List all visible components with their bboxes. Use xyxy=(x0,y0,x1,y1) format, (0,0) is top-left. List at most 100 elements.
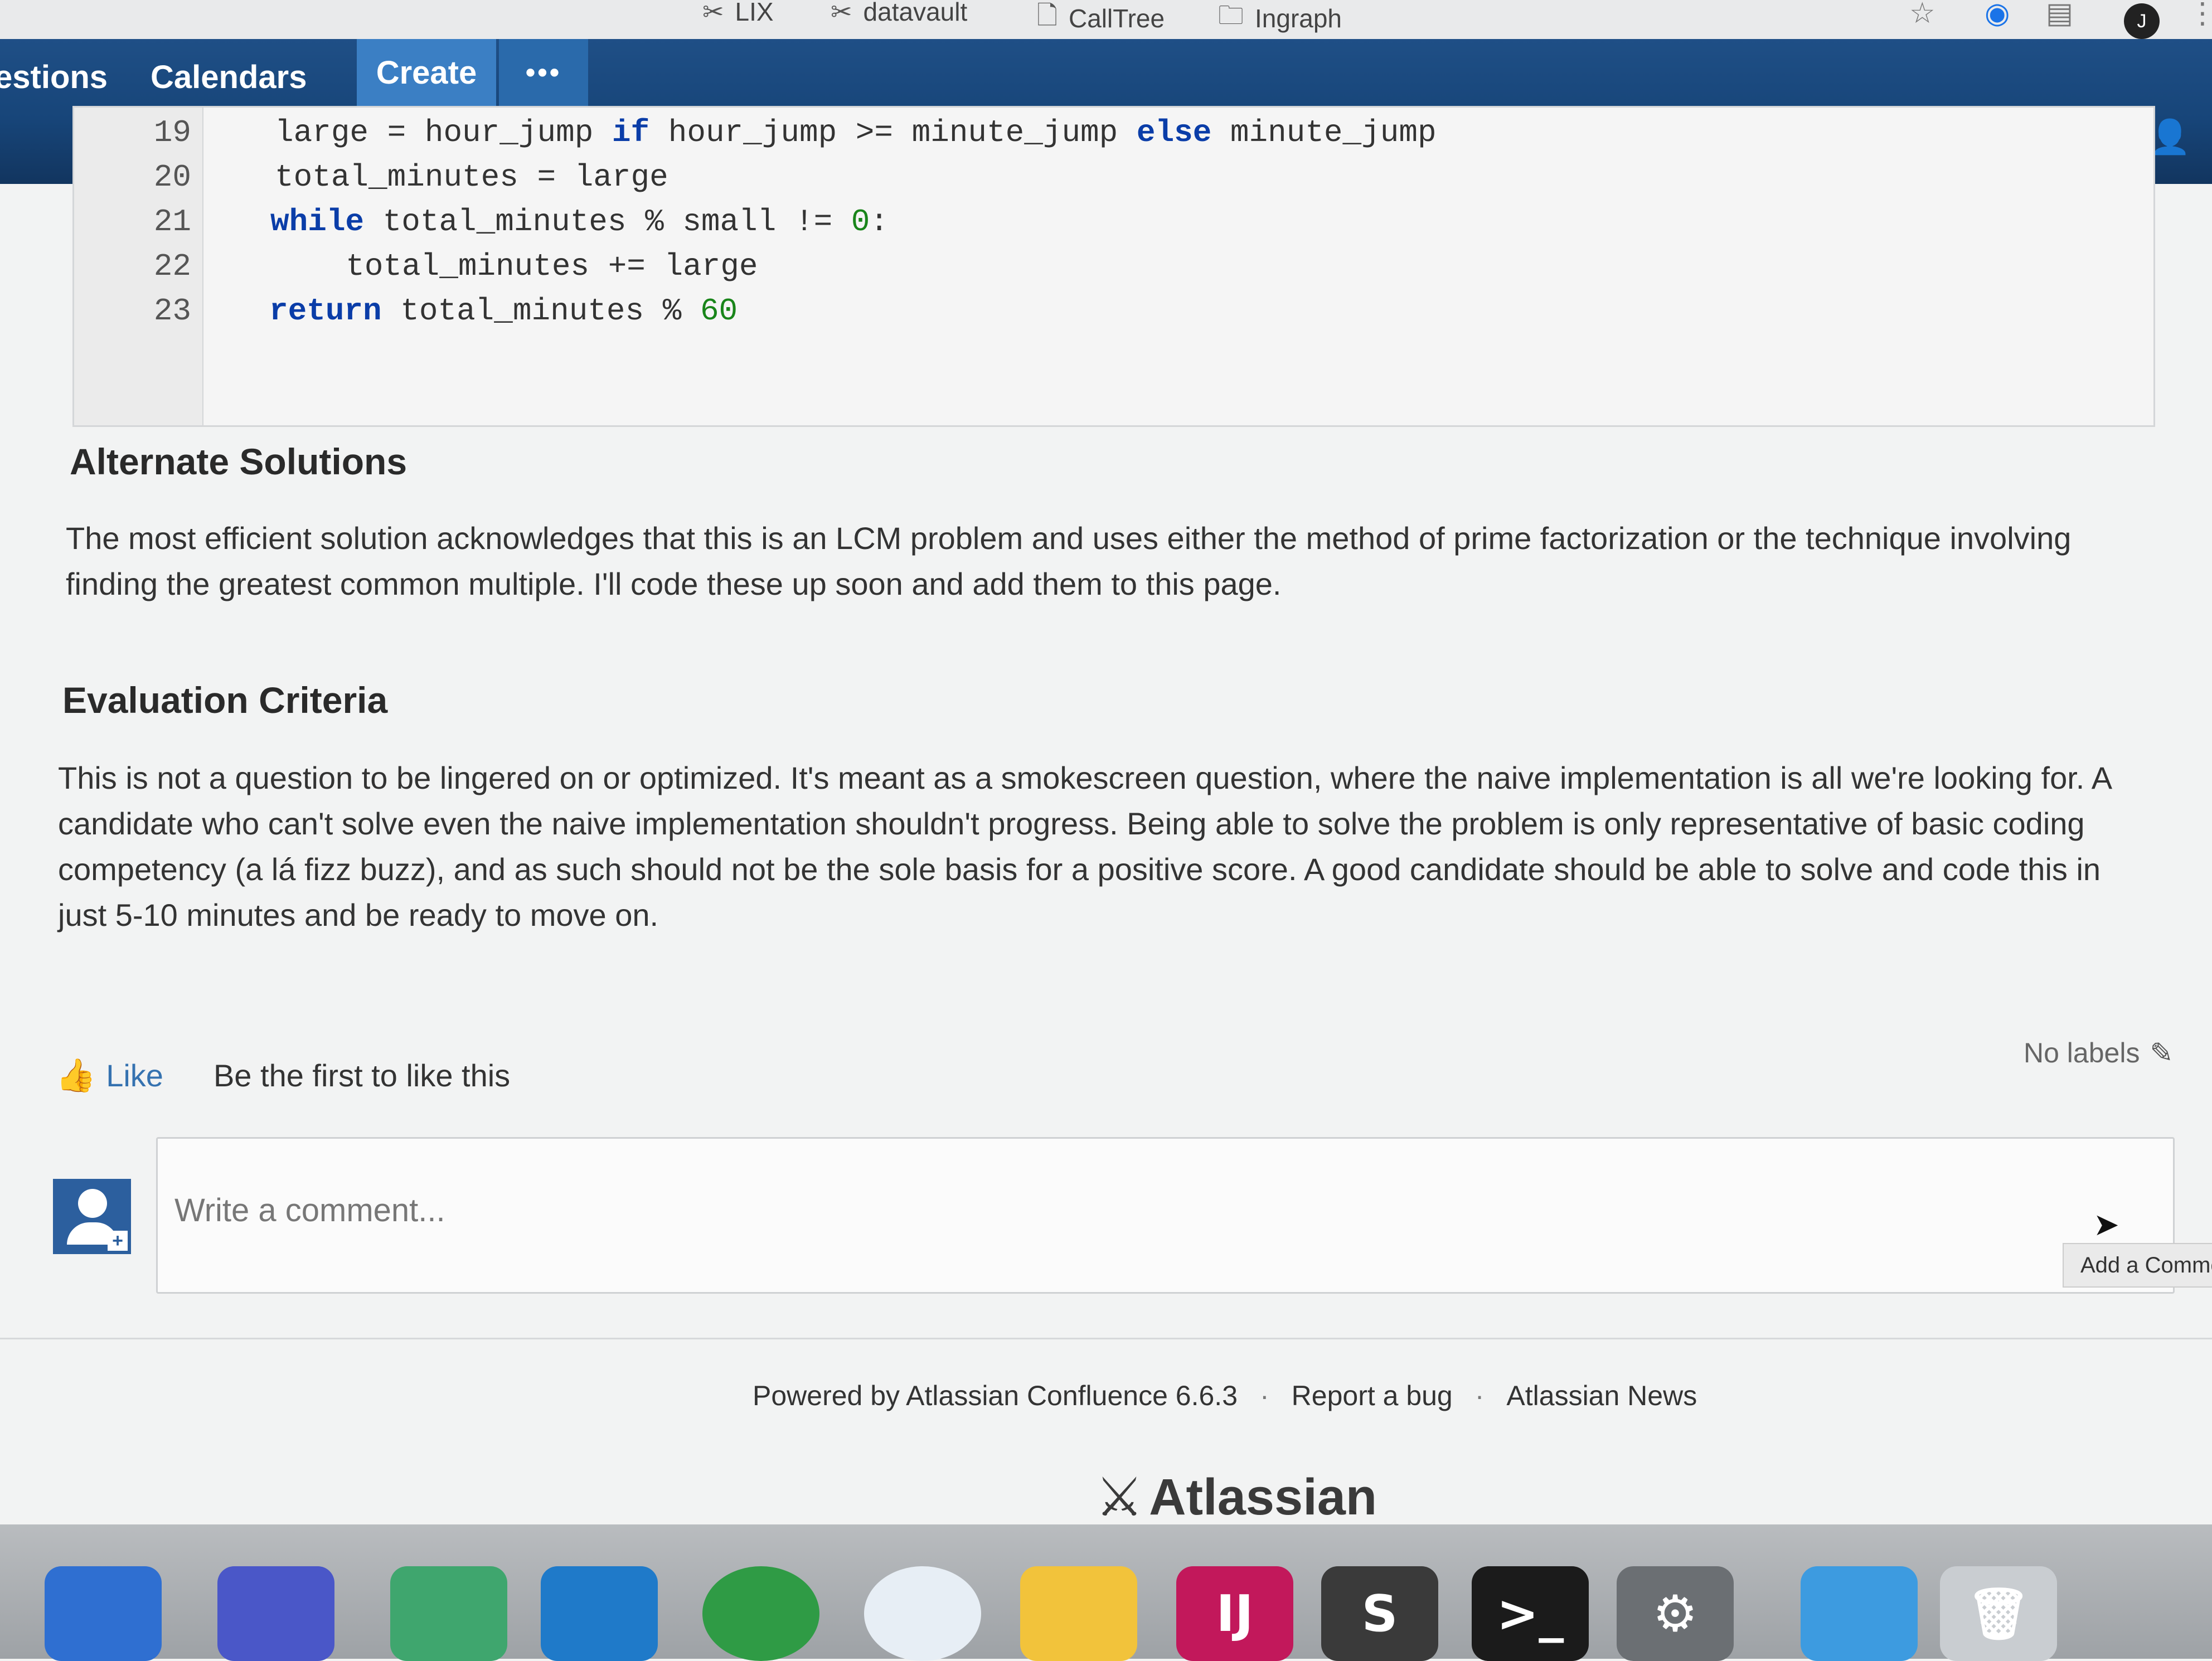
mouse-cursor-icon: ➤ xyxy=(2093,1207,2119,1243)
labels-area[interactable]: No labels ✎ xyxy=(2024,1037,2173,1069)
chrome-icon[interactable] xyxy=(702,1566,819,1661)
line-number: 23 xyxy=(153,293,191,329)
bookmark-label: LIX xyxy=(735,0,774,26)
extension-icon[interactable]: ▤ xyxy=(2046,0,2073,30)
code-line: 23 return total_minutes % 60 xyxy=(74,289,2137,333)
code-text: large = hour_jump if hour_jump >= minute… xyxy=(275,110,1437,155)
code-keyword: while xyxy=(270,204,365,240)
code-block: 19 large = hour_jump if hour_jump >= minu… xyxy=(72,106,2155,427)
separator: · xyxy=(1260,1380,1269,1411)
bookmark-label: Ingraph xyxy=(1255,4,1342,33)
more-button[interactable]: ••• xyxy=(499,39,588,106)
sublime-icon[interactable]: S xyxy=(1321,1566,1438,1661)
code-token: total_minutes % small != xyxy=(364,204,851,240)
code-token: total_minutes += large xyxy=(308,249,758,284)
code-keyword: return xyxy=(269,293,382,329)
dock-glyph: >_ xyxy=(1496,1584,1564,1643)
maps-icon[interactable] xyxy=(390,1566,507,1661)
report-bug-link[interactable]: Report a bug xyxy=(1292,1380,1453,1412)
user-head xyxy=(78,1189,107,1218)
code-text: total_minutes = large xyxy=(275,155,668,200)
code-text: return total_minutes % 60 xyxy=(269,289,738,333)
line-number: 20 xyxy=(153,159,191,195)
code-keyword: if xyxy=(612,115,650,150)
bookmark-datavault[interactable]: ✂ datavault xyxy=(831,0,967,27)
labels-text: No labels xyxy=(2024,1037,2140,1069)
like-button[interactable]: Like xyxy=(106,1057,163,1094)
code-number: 60 xyxy=(700,293,738,329)
dock-glyph: IJ xyxy=(1216,1584,1254,1643)
pencil-icon[interactable]: ✎ xyxy=(2150,1037,2173,1069)
add-comment-button[interactable]: Add a Comme xyxy=(2063,1243,2212,1288)
nav-calendars[interactable]: Calendars xyxy=(151,59,307,96)
folder-icon[interactable] xyxy=(1801,1566,1918,1661)
code-line: 19 large = hour_jump if hour_jump >= minu… xyxy=(74,110,2137,155)
wifi-icon[interactable] xyxy=(864,1566,981,1661)
powered-by-text: Powered by Atlassian Confluence 6.6.3 xyxy=(753,1380,1238,1411)
atlassian-news-link[interactable]: Atlassian News xyxy=(1506,1380,1697,1412)
atlassian-logo[interactable]: ⚔ Atlassian xyxy=(1095,1466,1377,1528)
atlassian-mark-icon: ⚔ xyxy=(1095,1466,1144,1528)
tool-icon: ✂ xyxy=(831,0,852,27)
line-number: 21 xyxy=(153,204,191,240)
dock-glyph: ⚙ xyxy=(1652,1584,1698,1643)
code-line: 21 while total_minutes % small != 0: xyxy=(74,200,2137,244)
thumbs-up-icon[interactable]: 👍 xyxy=(56,1056,96,1095)
like-row: 👍 Like Be the first to like this xyxy=(56,1056,510,1095)
finder-icon[interactable] xyxy=(45,1566,162,1661)
bookmark-label: CallTree xyxy=(1068,4,1165,33)
code-line: 22 total_minutes += large xyxy=(74,244,2137,289)
nav-questions[interactable]: estions xyxy=(0,59,108,96)
bookmark-ingraph[interactable]: 🗀 Ingraph xyxy=(1218,0,1342,40)
folder-icon: 🗀 xyxy=(1218,0,1244,30)
alternate-solutions-heading: Alternate Solutions xyxy=(70,441,408,482)
slack-icon[interactable] xyxy=(1020,1566,1137,1661)
code-keyword: else xyxy=(1136,115,1212,150)
bookmarks-bar: ✂ LIX ✂ datavault 🗋 CallTree 🗀 Ingraph ☆… xyxy=(0,0,2212,40)
user-icon[interactable]: 👤 xyxy=(2149,117,2191,157)
intellij-icon[interactable]: IJ xyxy=(1176,1566,1293,1661)
dock: IJ S >_ ⚙ 🗑 xyxy=(0,1524,2212,1661)
dock-glyph: S xyxy=(1361,1584,1398,1643)
code-text: total_minutes += large xyxy=(308,244,758,289)
evaluation-criteria-text: This is not a question to be lingered on… xyxy=(58,760,2111,933)
code-token: total_minutes % xyxy=(381,293,700,329)
divider xyxy=(0,1338,2212,1339)
tool-icon: ✂ xyxy=(702,0,724,27)
dock-glyph: 🗑 xyxy=(1966,1584,2031,1643)
code-token: large = hour_jump xyxy=(275,115,612,150)
like-summary: Be the first to like this xyxy=(213,1058,511,1093)
code-token: total_minutes = large xyxy=(275,159,668,195)
menu-icon[interactable]: ⋮ xyxy=(2188,0,2212,30)
comment-input[interactable]: Write a comment... xyxy=(156,1137,2175,1294)
code-token: : xyxy=(870,204,889,240)
star-icon[interactable]: ☆ xyxy=(1909,0,1936,30)
code-token: hour_jump >= minute_jump xyxy=(649,115,1137,150)
create-button[interactable]: Create xyxy=(357,39,496,106)
code-line: 20 total_minutes = large xyxy=(74,155,2137,200)
app-icon[interactable] xyxy=(217,1566,334,1661)
trash-icon[interactable]: 🗑 xyxy=(1940,1566,2057,1661)
avatar[interactable]: + xyxy=(53,1179,131,1254)
extension-icon[interactable]: ◉ xyxy=(1985,0,2010,30)
system-preferences-icon[interactable]: ⚙ xyxy=(1617,1566,1734,1661)
plus-icon: + xyxy=(108,1231,128,1251)
bookmark-label: datavault xyxy=(863,0,968,26)
code-text: while total_minutes % small != 0: xyxy=(270,200,889,244)
separator: · xyxy=(1474,1380,1485,1411)
brand-name: Atlassian xyxy=(1149,1468,1377,1526)
page-icon: 🗋 xyxy=(1037,0,1058,30)
footer: Powered by Atlassian Confluence 6.6.3 · … xyxy=(753,1380,1697,1412)
line-number: 22 xyxy=(153,249,191,284)
evaluation-criteria-heading: Evaluation Criteria xyxy=(62,679,388,721)
comment-placeholder: Write a comment... xyxy=(174,1192,445,1228)
bookmark-lix[interactable]: ✂ LIX xyxy=(702,0,774,27)
mail-icon[interactable] xyxy=(541,1566,658,1661)
terminal-icon[interactable]: >_ xyxy=(1472,1566,1589,1661)
line-number: 19 xyxy=(153,115,191,150)
code-number: 0 xyxy=(851,204,870,240)
avatar[interactable]: J xyxy=(2124,3,2160,39)
code-token: minute_jump xyxy=(1211,115,1437,150)
dock-glyph xyxy=(1801,1566,1918,1661)
bookmark-calltree[interactable]: 🗋 CallTree xyxy=(1037,0,1165,40)
